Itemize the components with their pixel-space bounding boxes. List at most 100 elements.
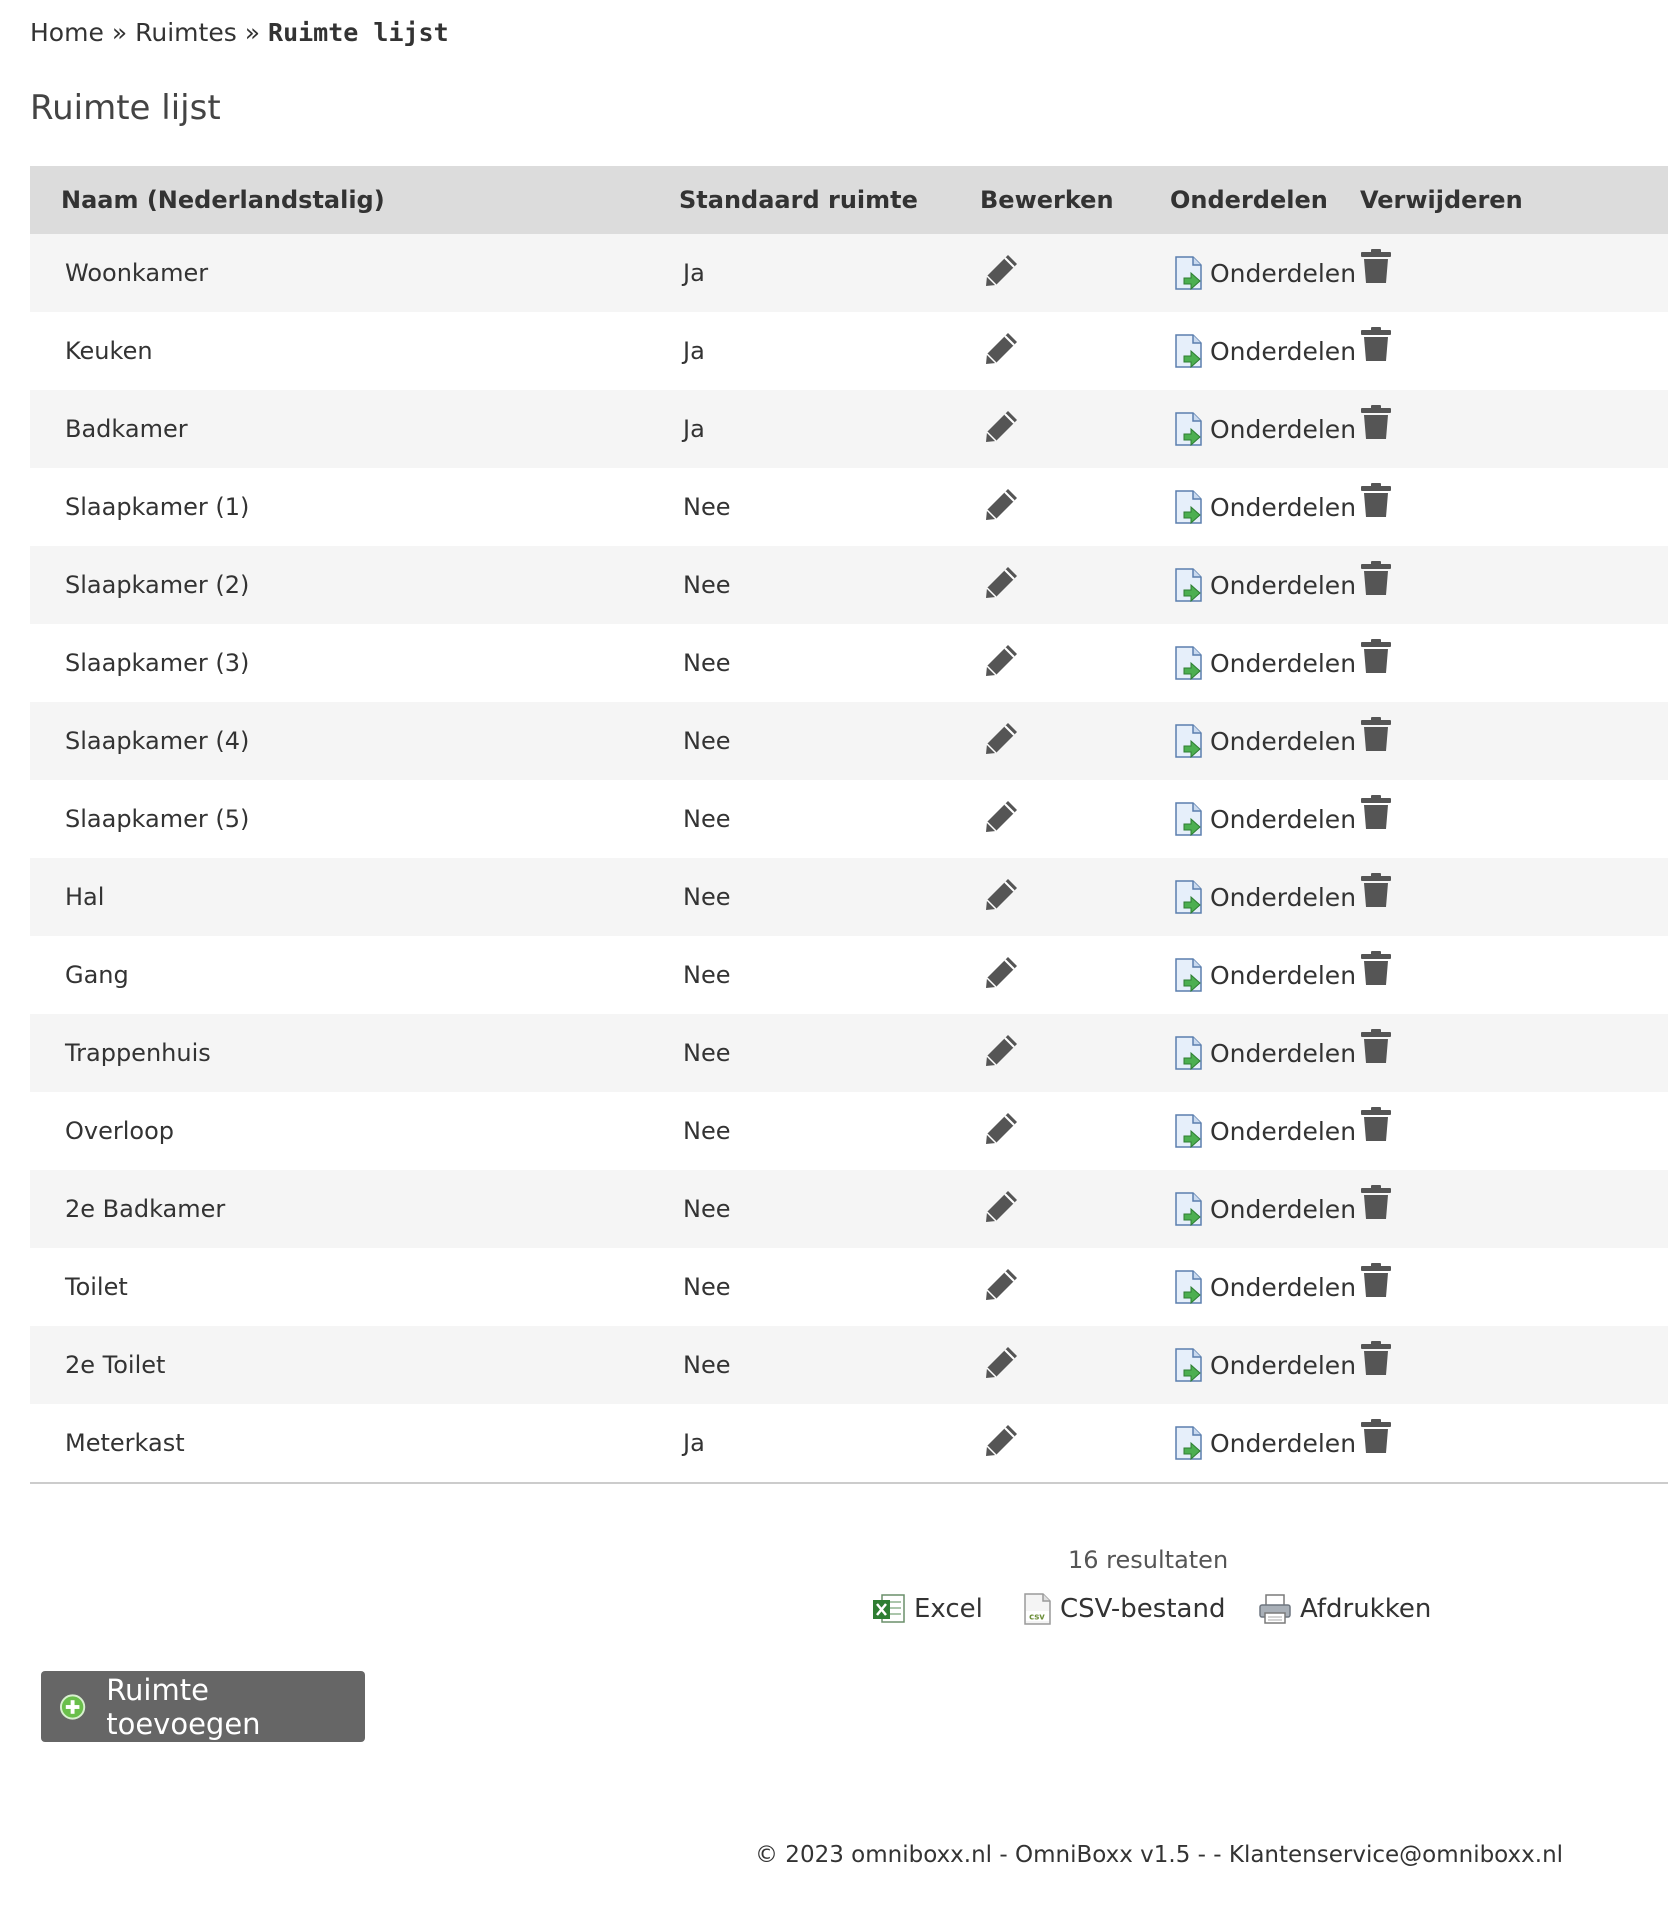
column-header-standard[interactable]: Standaard ruimte: [679, 166, 980, 234]
parts-link[interactable]: Onderdelen: [1174, 1348, 1357, 1383]
parts-link[interactable]: Onderdelen: [1174, 880, 1356, 915]
trash-icon[interactable]: [1360, 404, 1392, 446]
table-row: Meterkast Ja Onderdelen: [30, 1404, 1668, 1482]
edit-cell: [980, 702, 1170, 780]
room-standard: Nee: [683, 1195, 731, 1223]
export-excel-link[interactable]: Excel: [872, 1593, 983, 1625]
trash-icon[interactable]: [1360, 1262, 1392, 1304]
parts-link[interactable]: Onderdelen: [1174, 568, 1357, 603]
page-title: Ruimte lijst: [30, 88, 221, 128]
pencil-icon[interactable]: [983, 953, 1021, 997]
parts-cell: Onderdelen: [1170, 858, 1360, 936]
trash-icon[interactable]: [1360, 326, 1392, 368]
export-bar: Excel csv CSV-bestand Afdrukken: [0, 1593, 1668, 1633]
pencil-icon[interactable]: [983, 1265, 1021, 1309]
trash-icon[interactable]: [1360, 872, 1392, 914]
trash-icon[interactable]: [1360, 248, 1392, 290]
parts-link[interactable]: Onderdelen: [1174, 1114, 1356, 1149]
pencil-icon[interactable]: [983, 407, 1021, 451]
delete-cell: [1360, 546, 1668, 624]
breadcrumb-home[interactable]: Home: [30, 18, 104, 47]
breadcrumb-ruimtes[interactable]: Ruimtes: [135, 18, 237, 47]
parts-link-label: Onderdelen: [1210, 336, 1357, 366]
document-arrow-icon: [1174, 724, 1204, 759]
pencil-icon[interactable]: [983, 1187, 1021, 1231]
trash-icon[interactable]: [1360, 560, 1392, 602]
document-arrow-icon: [1174, 958, 1204, 993]
plus-circle-icon: [59, 1693, 86, 1720]
trash-icon[interactable]: [1360, 1418, 1392, 1460]
room-table: Naam (Nederlandstalig) Standaard ruimte …: [30, 166, 1668, 1482]
trash-icon[interactable]: [1360, 1184, 1392, 1226]
export-csv-link[interactable]: csv CSV-bestand: [1022, 1593, 1225, 1625]
room-standard: Nee: [683, 961, 731, 989]
parts-link[interactable]: Onderdelen: [1174, 1036, 1357, 1071]
column-header-name[interactable]: Naam (Nederlandstalig): [30, 166, 679, 234]
parts-link[interactable]: Onderdelen: [1174, 334, 1357, 369]
table-row: Slaapkamer (5) Nee Onderdelen: [30, 780, 1668, 858]
trash-icon[interactable]: [1360, 1106, 1392, 1148]
pencil-icon[interactable]: [983, 641, 1021, 685]
parts-link-label: Onderdelen: [1210, 1038, 1357, 1068]
parts-link[interactable]: Onderdelen: [1174, 958, 1357, 993]
trash-icon[interactable]: [1360, 794, 1392, 836]
footer: © 2023 omniboxx.nl - OmniBoxx v1.5 - - K…: [755, 1842, 1564, 1868]
table-row: Toilet Nee Onderdelen: [30, 1248, 1668, 1326]
document-arrow-icon: [1174, 1114, 1204, 1149]
delete-cell: [1360, 1092, 1668, 1170]
pencil-icon[interactable]: [983, 875, 1021, 919]
edit-cell: [980, 1404, 1170, 1482]
parts-cell: Onderdelen: [1170, 1014, 1360, 1092]
document-arrow-icon: [1174, 1192, 1204, 1227]
pencil-icon[interactable]: [983, 719, 1021, 763]
parts-link-label: Onderdelen: [1210, 570, 1357, 600]
add-room-button[interactable]: Ruimte toevoegen: [41, 1671, 365, 1742]
edit-cell: [980, 312, 1170, 390]
room-standard: Nee: [683, 1273, 731, 1301]
pencil-icon[interactable]: [983, 1421, 1021, 1465]
edit-cell: [980, 1170, 1170, 1248]
parts-cell: Onderdelen: [1170, 1326, 1360, 1404]
pencil-icon[interactable]: [983, 563, 1021, 607]
edit-cell: [980, 1014, 1170, 1092]
export-print-link[interactable]: Afdrukken: [1258, 1593, 1431, 1625]
trash-icon[interactable]: [1360, 638, 1392, 680]
trash-icon[interactable]: [1360, 950, 1392, 992]
pencil-icon[interactable]: [983, 1109, 1021, 1153]
edit-cell: [980, 1092, 1170, 1170]
trash-icon[interactable]: [1360, 716, 1392, 758]
parts-link-label: Onderdelen: [1210, 414, 1357, 444]
room-name: Woonkamer: [65, 259, 209, 287]
pencil-icon[interactable]: [983, 251, 1021, 295]
parts-link[interactable]: Onderdelen: [1174, 724, 1356, 759]
parts-cell: Onderdelen: [1170, 312, 1360, 390]
pencil-icon[interactable]: [983, 797, 1021, 841]
parts-link-label: Onderdelen: [1210, 960, 1357, 990]
pencil-icon[interactable]: [983, 1343, 1021, 1387]
parts-link-label: Onderdelen: [1210, 1350, 1357, 1380]
document-arrow-icon: [1174, 568, 1204, 603]
table-bottom-border: [30, 1482, 1668, 1484]
edit-cell: [980, 858, 1170, 936]
delete-cell: [1360, 624, 1668, 702]
room-name: Badkamer: [65, 415, 188, 443]
parts-link[interactable]: Onderdelen: [1174, 646, 1356, 681]
pencil-icon[interactable]: [983, 485, 1021, 529]
document-arrow-icon: [1174, 1426, 1204, 1461]
parts-link-label: Onderdelen: [1210, 492, 1357, 522]
trash-icon[interactable]: [1360, 1028, 1392, 1070]
pencil-icon[interactable]: [983, 329, 1021, 373]
parts-link[interactable]: Onderdelen: [1174, 490, 1357, 525]
trash-icon[interactable]: [1360, 1340, 1392, 1382]
parts-link-label: Onderdelen: [1210, 1194, 1357, 1224]
parts-link[interactable]: Onderdelen: [1174, 1192, 1357, 1227]
parts-link[interactable]: Onderdelen: [1174, 802, 1356, 837]
parts-link[interactable]: Onderdelen: [1174, 1270, 1356, 1305]
parts-link[interactable]: Onderdelen: [1174, 1426, 1356, 1461]
parts-link[interactable]: Onderdelen: [1174, 256, 1356, 291]
pencil-icon[interactable]: [983, 1031, 1021, 1075]
trash-icon[interactable]: [1360, 482, 1392, 524]
room-name: Slaapkamer (5): [65, 805, 250, 833]
parts-link[interactable]: Onderdelen: [1174, 412, 1357, 447]
room-name: Slaapkamer (1): [65, 493, 250, 521]
